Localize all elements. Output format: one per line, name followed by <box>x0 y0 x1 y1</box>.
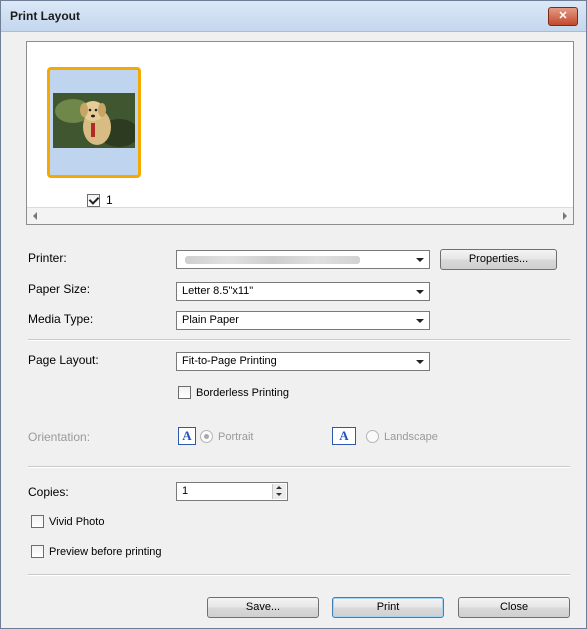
scroll-right-icon[interactable] <box>563 212 567 220</box>
paper-size-select[interactable]: Letter 8.5"x11" <box>176 282 430 301</box>
page-layout-value: Fit-to-Page Printing <box>182 355 277 367</box>
chevron-down-icon <box>416 290 424 294</box>
borderless-printing-label: Borderless Printing <box>196 386 289 399</box>
paper-size-value: Letter 8.5"x11" <box>182 285 254 297</box>
print-button[interactable]: Print <box>332 597 444 618</box>
page-preview-area[interactable]: 1 <box>26 41 574 225</box>
copies-spin-buttons[interactable] <box>272 484 286 499</box>
page-layout-select[interactable]: Fit-to-Page Printing <box>176 352 430 371</box>
printer-select[interactable] <box>176 250 430 269</box>
chevron-down-icon <box>416 258 424 262</box>
preview-before-printing-label: Preview before printing <box>49 545 162 558</box>
preview-before-printing-checkbox[interactable] <box>31 545 44 558</box>
landscape-radio[interactable] <box>366 430 379 443</box>
portrait-orientation-icon: A <box>178 427 196 445</box>
copies-value: 1 <box>182 485 189 497</box>
properties-button[interactable]: Properties... <box>440 249 557 270</box>
spin-up-icon[interactable] <box>276 486 282 489</box>
chevron-down-icon <box>416 319 424 323</box>
print-layout-dialog: Print Layout ✕ 1 Printer: Properties... … <box>0 0 587 629</box>
orientation-label: Orientation: <box>28 430 91 444</box>
copies-label: Copies: <box>28 485 69 499</box>
media-type-value: Plain Paper <box>182 314 239 326</box>
page-layout-label: Page Layout: <box>28 353 99 367</box>
vivid-photo-option[interactable]: Vivid Photo <box>31 515 104 528</box>
close-window-button[interactable]: ✕ <box>548 7 578 26</box>
save-button[interactable]: Save... <box>207 597 319 618</box>
vivid-photo-checkbox[interactable] <box>31 515 44 528</box>
chevron-down-icon <box>416 360 424 364</box>
close-icon: ✕ <box>558 10 568 22</box>
page-select-row[interactable]: 1 <box>87 193 113 207</box>
printer-name-blurred <box>185 256 360 264</box>
page-select-checkbox[interactable] <box>87 193 100 207</box>
divider <box>28 466 570 468</box>
dog-photo-icon <box>53 93 139 148</box>
portrait-label: Portrait <box>218 430 254 443</box>
media-type-select[interactable]: Plain Paper <box>176 311 430 330</box>
copies-stepper[interactable]: 1 <box>176 482 288 501</box>
borderless-printing-option[interactable]: Borderless Printing <box>178 386 289 399</box>
portrait-radio[interactable] <box>200 430 213 443</box>
horizontal-scrollbar[interactable] <box>27 207 573 224</box>
media-type-label: Media Type: <box>28 312 94 326</box>
scroll-left-icon[interactable] <box>33 212 37 220</box>
printer-label: Printer: <box>28 251 67 265</box>
page-number-label: 1 <box>106 193 113 207</box>
landscape-option[interactable]: Landscape <box>366 430 438 443</box>
landscape-orientation-icon: A <box>332 427 356 445</box>
borderless-printing-checkbox[interactable] <box>178 386 191 399</box>
page-thumbnail[interactable] <box>47 67 141 178</box>
title-bar: Print Layout ✕ <box>1 1 586 32</box>
spin-down-icon[interactable] <box>276 493 282 496</box>
portrait-option[interactable]: Portrait <box>200 430 253 443</box>
photo-image <box>53 93 139 148</box>
landscape-label: Landscape <box>384 430 438 443</box>
close-button[interactable]: Close <box>458 597 570 618</box>
dialog-title: Print Layout <box>10 9 81 23</box>
vivid-photo-label: Vivid Photo <box>49 515 105 528</box>
preview-before-printing-option[interactable]: Preview before printing <box>31 545 162 558</box>
divider <box>28 574 570 576</box>
divider <box>28 339 570 341</box>
paper-size-label: Paper Size: <box>28 282 91 296</box>
